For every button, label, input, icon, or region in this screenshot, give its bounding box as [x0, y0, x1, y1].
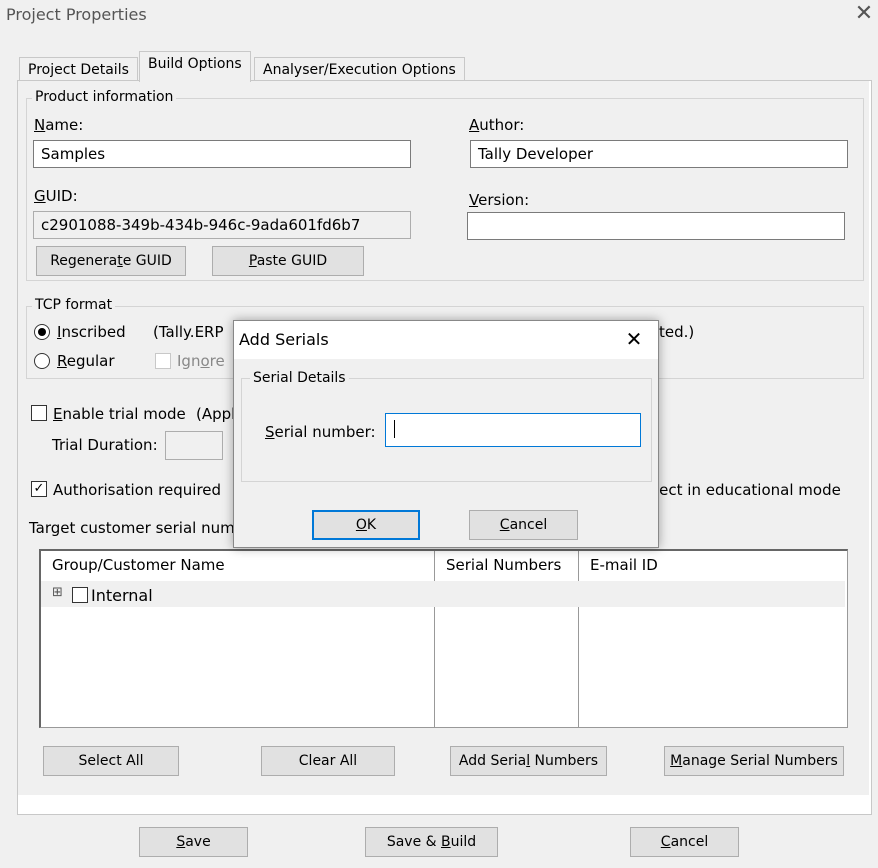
serial-number-input[interactable] [385, 413, 641, 447]
customer-grid[interactable] [39, 549, 848, 728]
guid-input[interactable]: c2901088-349b-434b-946c-9ada601fd6b7 [33, 211, 411, 239]
row-name: Internal [91, 586, 153, 605]
regenerate-guid-button[interactable]: Regenerate GUID [36, 246, 186, 276]
grid-col-divider [578, 551, 579, 727]
grid-col-divider [434, 551, 435, 727]
ignore-checkbox[interactable] [155, 353, 171, 369]
version-label: Version: [469, 191, 530, 209]
target-serial-label: Target customer serial numb [29, 519, 245, 537]
tab-label: Build Options [148, 56, 242, 72]
inscribed-note-right: ted.) [659, 323, 695, 341]
enable-trial-label[interactable]: Enable trial mode [53, 405, 186, 423]
paste-guid-button[interactable]: Paste GUID [212, 246, 364, 276]
tab-analyser-execution-options[interactable]: Analyser/Execution Options [254, 57, 465, 81]
name-label: Name: [34, 116, 84, 134]
dialog-title: Add Serials [239, 330, 329, 349]
inscribed-radio[interactable] [34, 324, 50, 340]
dialog-cancel-button[interactable]: Cancel [469, 510, 578, 540]
educational-mode-note: ject in educational mode [655, 481, 841, 499]
tcp-format-legend: TCP format [32, 297, 116, 313]
row-checkbox[interactable] [72, 587, 88, 603]
select-all-button[interactable]: Select All [43, 746, 179, 776]
tab-project-details[interactable]: Project Details [19, 57, 138, 81]
tab-label: Analyser/Execution Options [263, 62, 456, 78]
author-input[interactable]: Tally Developer [470, 140, 848, 168]
tab-build-options[interactable]: Build Options [139, 51, 251, 82]
guid-label: GUID: [34, 187, 78, 205]
dialog-close-icon[interactable]: ✕ [622, 327, 646, 351]
name-input[interactable]: Samples [33, 140, 411, 168]
enable-trial-note: (Appl [196, 405, 236, 423]
serial-number-label: Serial number: [265, 423, 376, 441]
add-serial-numbers-button[interactable]: Add Serial Numbers [450, 746, 607, 776]
authorisation-label[interactable]: Authorisation required [53, 481, 221, 499]
version-input[interactable] [467, 212, 845, 240]
ignore-label: Ignore [177, 352, 225, 370]
inscribed-label[interactable]: Inscribed [57, 323, 126, 341]
grid-header-group-name[interactable]: Group/Customer Name [52, 556, 225, 574]
expand-icon[interactable]: ⊞ [52, 585, 63, 600]
clear-all-button[interactable]: Clear All [261, 746, 395, 776]
grid-header-email-id[interactable]: E-mail ID [590, 556, 658, 574]
tab-label: Project Details [28, 62, 129, 78]
cancel-button[interactable]: Cancel [630, 827, 739, 857]
text-cursor [394, 420, 395, 438]
author-label: Author: [469, 116, 525, 134]
ok-button[interactable]: OK [312, 510, 420, 540]
trial-duration-label: Trial Duration: [52, 436, 158, 454]
product-info-legend: Product information [32, 89, 177, 105]
window-title: Project Properties [6, 5, 147, 24]
regular-label[interactable]: Regular [57, 352, 115, 370]
authorisation-checkbox[interactable]: ✓ [31, 481, 47, 497]
save-button[interactable]: Save [139, 827, 248, 857]
enable-trial-checkbox[interactable] [31, 405, 47, 421]
regular-radio[interactable] [34, 353, 50, 369]
save-build-button[interactable]: Save & Build [365, 827, 498, 857]
inscribed-note: (Tally.ERP [153, 323, 224, 341]
table-row[interactable] [41, 581, 845, 607]
serial-details-legend: Serial Details [250, 370, 349, 386]
grid-header-serial-numbers[interactable]: Serial Numbers [446, 556, 561, 574]
manage-serial-numbers-button[interactable]: Manage Serial Numbers [664, 746, 844, 776]
add-serials-dialog: Add Serials ✕ Serial Details Serial numb… [233, 320, 659, 548]
close-icon[interactable]: ✕ [852, 2, 876, 26]
trial-duration-input[interactable] [165, 431, 223, 460]
